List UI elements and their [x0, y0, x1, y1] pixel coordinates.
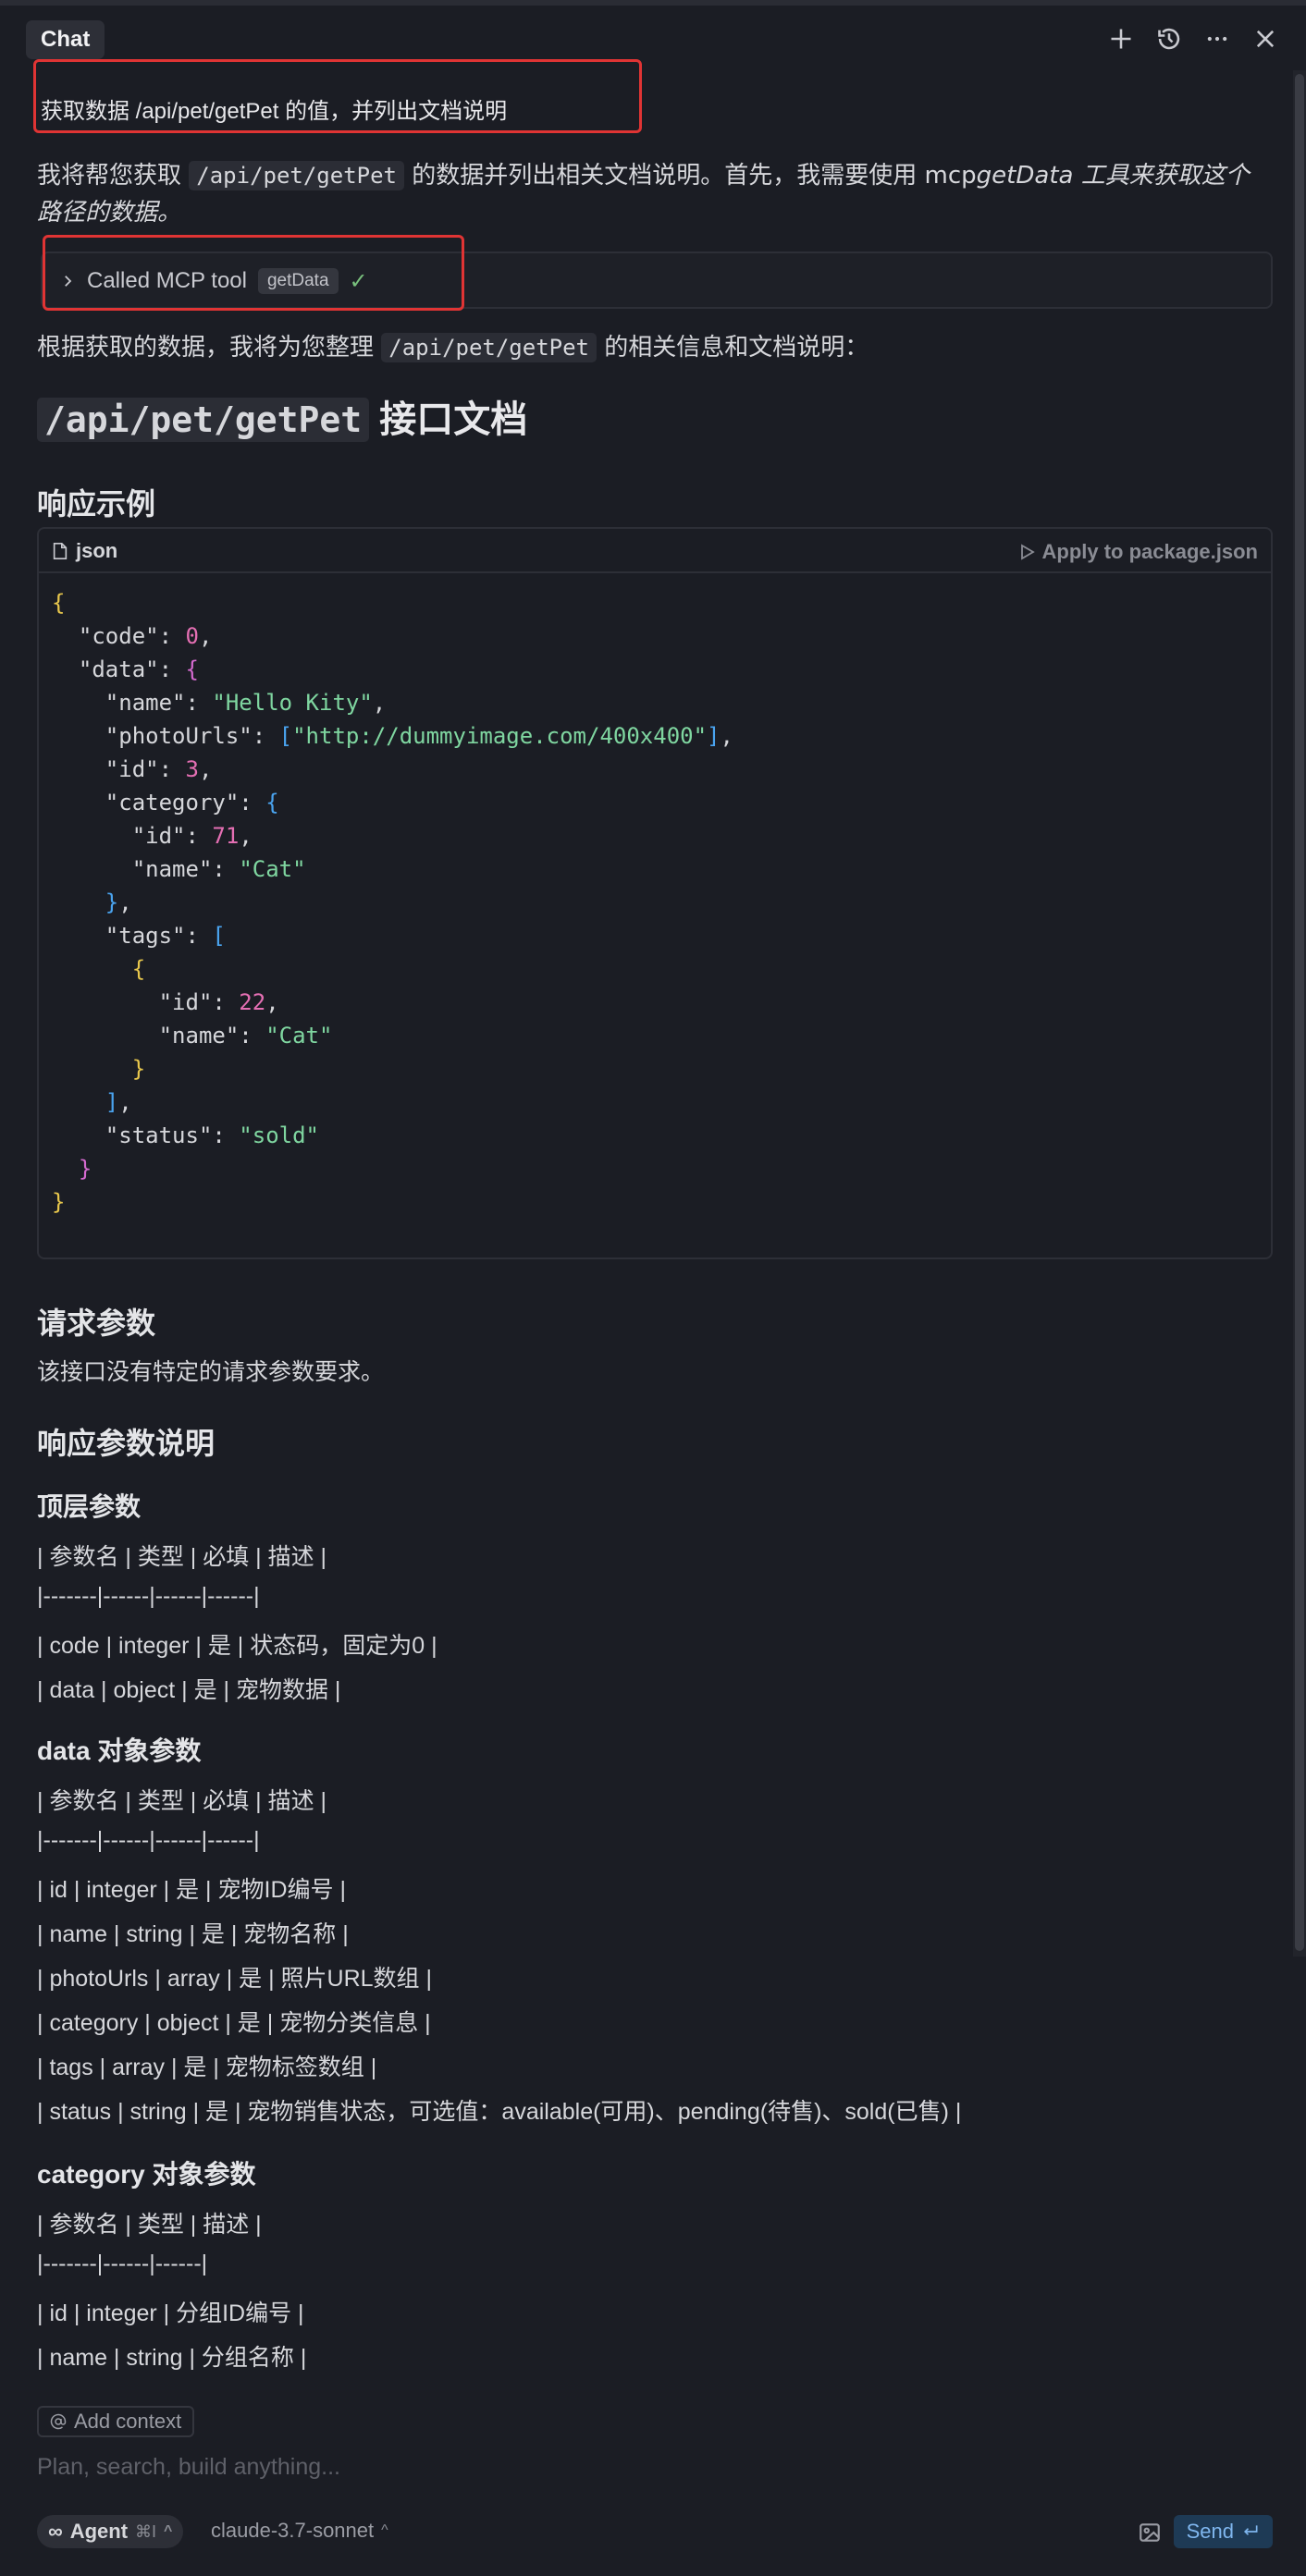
composer-toolbar: ∞ Agent ⌘I ^ claude-3.7-sonnet ^ Send — [37, 2515, 1273, 2548]
table-line: |-------|------|------| — [37, 2251, 208, 2276]
send-button[interactable]: Send — [1173, 2515, 1273, 2548]
table-line: | name | string | 分组名称 | — [37, 2345, 307, 2371]
top-params-heading: 顶层参数 — [37, 1492, 142, 1521]
chat-window: Chat 获取数据 /api/pet/getPet 的值，并列出文档说明 我将帮… — [0, 0, 1306, 2576]
close-icon[interactable] — [1251, 24, 1280, 54]
code-line: "id": 3, — [105, 756, 213, 782]
scrollbar-thumb[interactable] — [1295, 74, 1304, 1951]
code-line: } — [78, 1156, 92, 1182]
code-line: "photoUrls": ["http://dummyimage.com/400… — [105, 723, 733, 749]
code-content: { "code": 0, "data": { "name": "Hello Ki… — [52, 586, 733, 1219]
code-line: "tags": [ — [105, 923, 226, 949]
code-line: "name": "Cat" — [158, 1023, 333, 1049]
code-line: "code": 0, — [78, 623, 213, 649]
code-line: } — [52, 1189, 66, 1215]
header-actions — [1106, 24, 1280, 54]
code-language: json — [52, 539, 117, 563]
table-line: | 参数名 | 类型 | 必填 | 描述 | — [37, 1788, 327, 1814]
code-line: { — [131, 956, 146, 982]
add-context-button[interactable]: Add context — [37, 2406, 195, 2437]
doc-title: /api/pet/getPet 接口文档 — [37, 394, 527, 446]
response-example-heading: 响应示例 — [37, 487, 156, 521]
agent-mode-button[interactable]: ∞ Agent ⌘I ^ — [37, 2515, 184, 2548]
code-line: "name": "Hello Kity", — [105, 690, 387, 716]
at-icon — [50, 2413, 67, 2430]
infinity-icon: ∞ — [48, 2520, 63, 2543]
code-line: "category": { — [105, 790, 279, 816]
file-icon — [52, 542, 68, 560]
intro-inline-code: /api/pet/getPet — [189, 161, 405, 190]
table-line: | photoUrls | array | 是 | 照片URL数组 | — [37, 1966, 433, 1992]
more-icon[interactable] — [1202, 24, 1232, 54]
assistant-intro: 我将帮您获取 /api/pet/getPet 的数据并列出相关文档说明。首先，我… — [37, 161, 1250, 227]
enter-icon — [1241, 2523, 1260, 2540]
summary-text: 根据获取的数据，我将为您整理 /api/pet/getPet 的相关信息和文档说… — [37, 333, 869, 362]
code-line: "status": "sold" — [105, 1122, 319, 1148]
history-icon[interactable] — [1154, 24, 1184, 54]
apply-button[interactable]: Apply to package.json — [1020, 540, 1258, 564]
code-line: "id": 71, — [131, 823, 253, 849]
table-line: | id | integer | 分组ID编号 | — [37, 2300, 304, 2326]
table-line: | id | integer | 是 | 宠物ID编号 | — [37, 1877, 346, 1903]
summary-inline-code: /api/pet/getPet — [381, 333, 598, 362]
chat-input[interactable]: Plan, search, build anything... — [37, 2454, 340, 2481]
code-line: ], — [105, 1089, 132, 1115]
chevron-up-icon: ^ — [164, 2523, 173, 2539]
code-line: }, — [105, 889, 132, 915]
response-params-heading: 响应参数说明 — [37, 1427, 216, 1460]
table-line: |-------|------|------|------| — [37, 1583, 260, 1609]
request-params-text: 该接口没有特定的请求参数要求。 — [37, 1359, 385, 1385]
user-message-highlight — [33, 59, 642, 133]
tool-call-highlight — [43, 235, 464, 311]
doc-title-code: /api/pet/getPet — [37, 398, 370, 442]
category-params-heading: category 对象参数 — [37, 2160, 256, 2189]
table-line: | data | object | 是 | 宠物数据 | — [37, 1677, 341, 1703]
play-icon — [1020, 544, 1035, 560]
code-line: { — [52, 590, 66, 616]
table-line: | tags | array | 是 | 宠物标签数组 | — [37, 2055, 377, 2080]
image-icon[interactable] — [1138, 2521, 1162, 2545]
plus-icon[interactable] — [1106, 24, 1136, 54]
table-line: | 参数名 | 类型 | 描述 | — [37, 2212, 262, 2238]
code-line: "data": { — [78, 656, 199, 682]
table-line: |-------|------|------|------| — [37, 1827, 260, 1853]
code-line: "name": "Cat" — [131, 856, 306, 882]
table-line: | 参数名 | 类型 | 必填 | 描述 | — [37, 1544, 327, 1570]
code-block-header: json Apply to package.json — [39, 529, 1271, 573]
code-line: "id": 22, — [158, 989, 279, 1015]
table-line: | status | string | 是 | 宠物销售状态，可选值：avail… — [37, 2099, 962, 2125]
chevron-up-icon: ^ — [381, 2522, 388, 2538]
code-block: json Apply to package.json { "code": 0, … — [37, 527, 1273, 1259]
table-line: | name | string | 是 | 宠物名称 | — [37, 1921, 349, 1947]
code-line: } — [131, 1056, 146, 1082]
table-line: | category | object | 是 | 宠物分类信息 | — [37, 2010, 431, 2036]
model-selector[interactable]: claude-3.7-sonnet ^ — [211, 2519, 388, 2543]
tab-chat[interactable]: Chat — [26, 20, 105, 59]
request-params-heading: 请求参数 — [37, 1306, 156, 1340]
table-line: | code | integer | 是 | 状态码，固定为0 | — [37, 1633, 437, 1659]
data-params-heading: data 对象参数 — [37, 1736, 202, 1765]
